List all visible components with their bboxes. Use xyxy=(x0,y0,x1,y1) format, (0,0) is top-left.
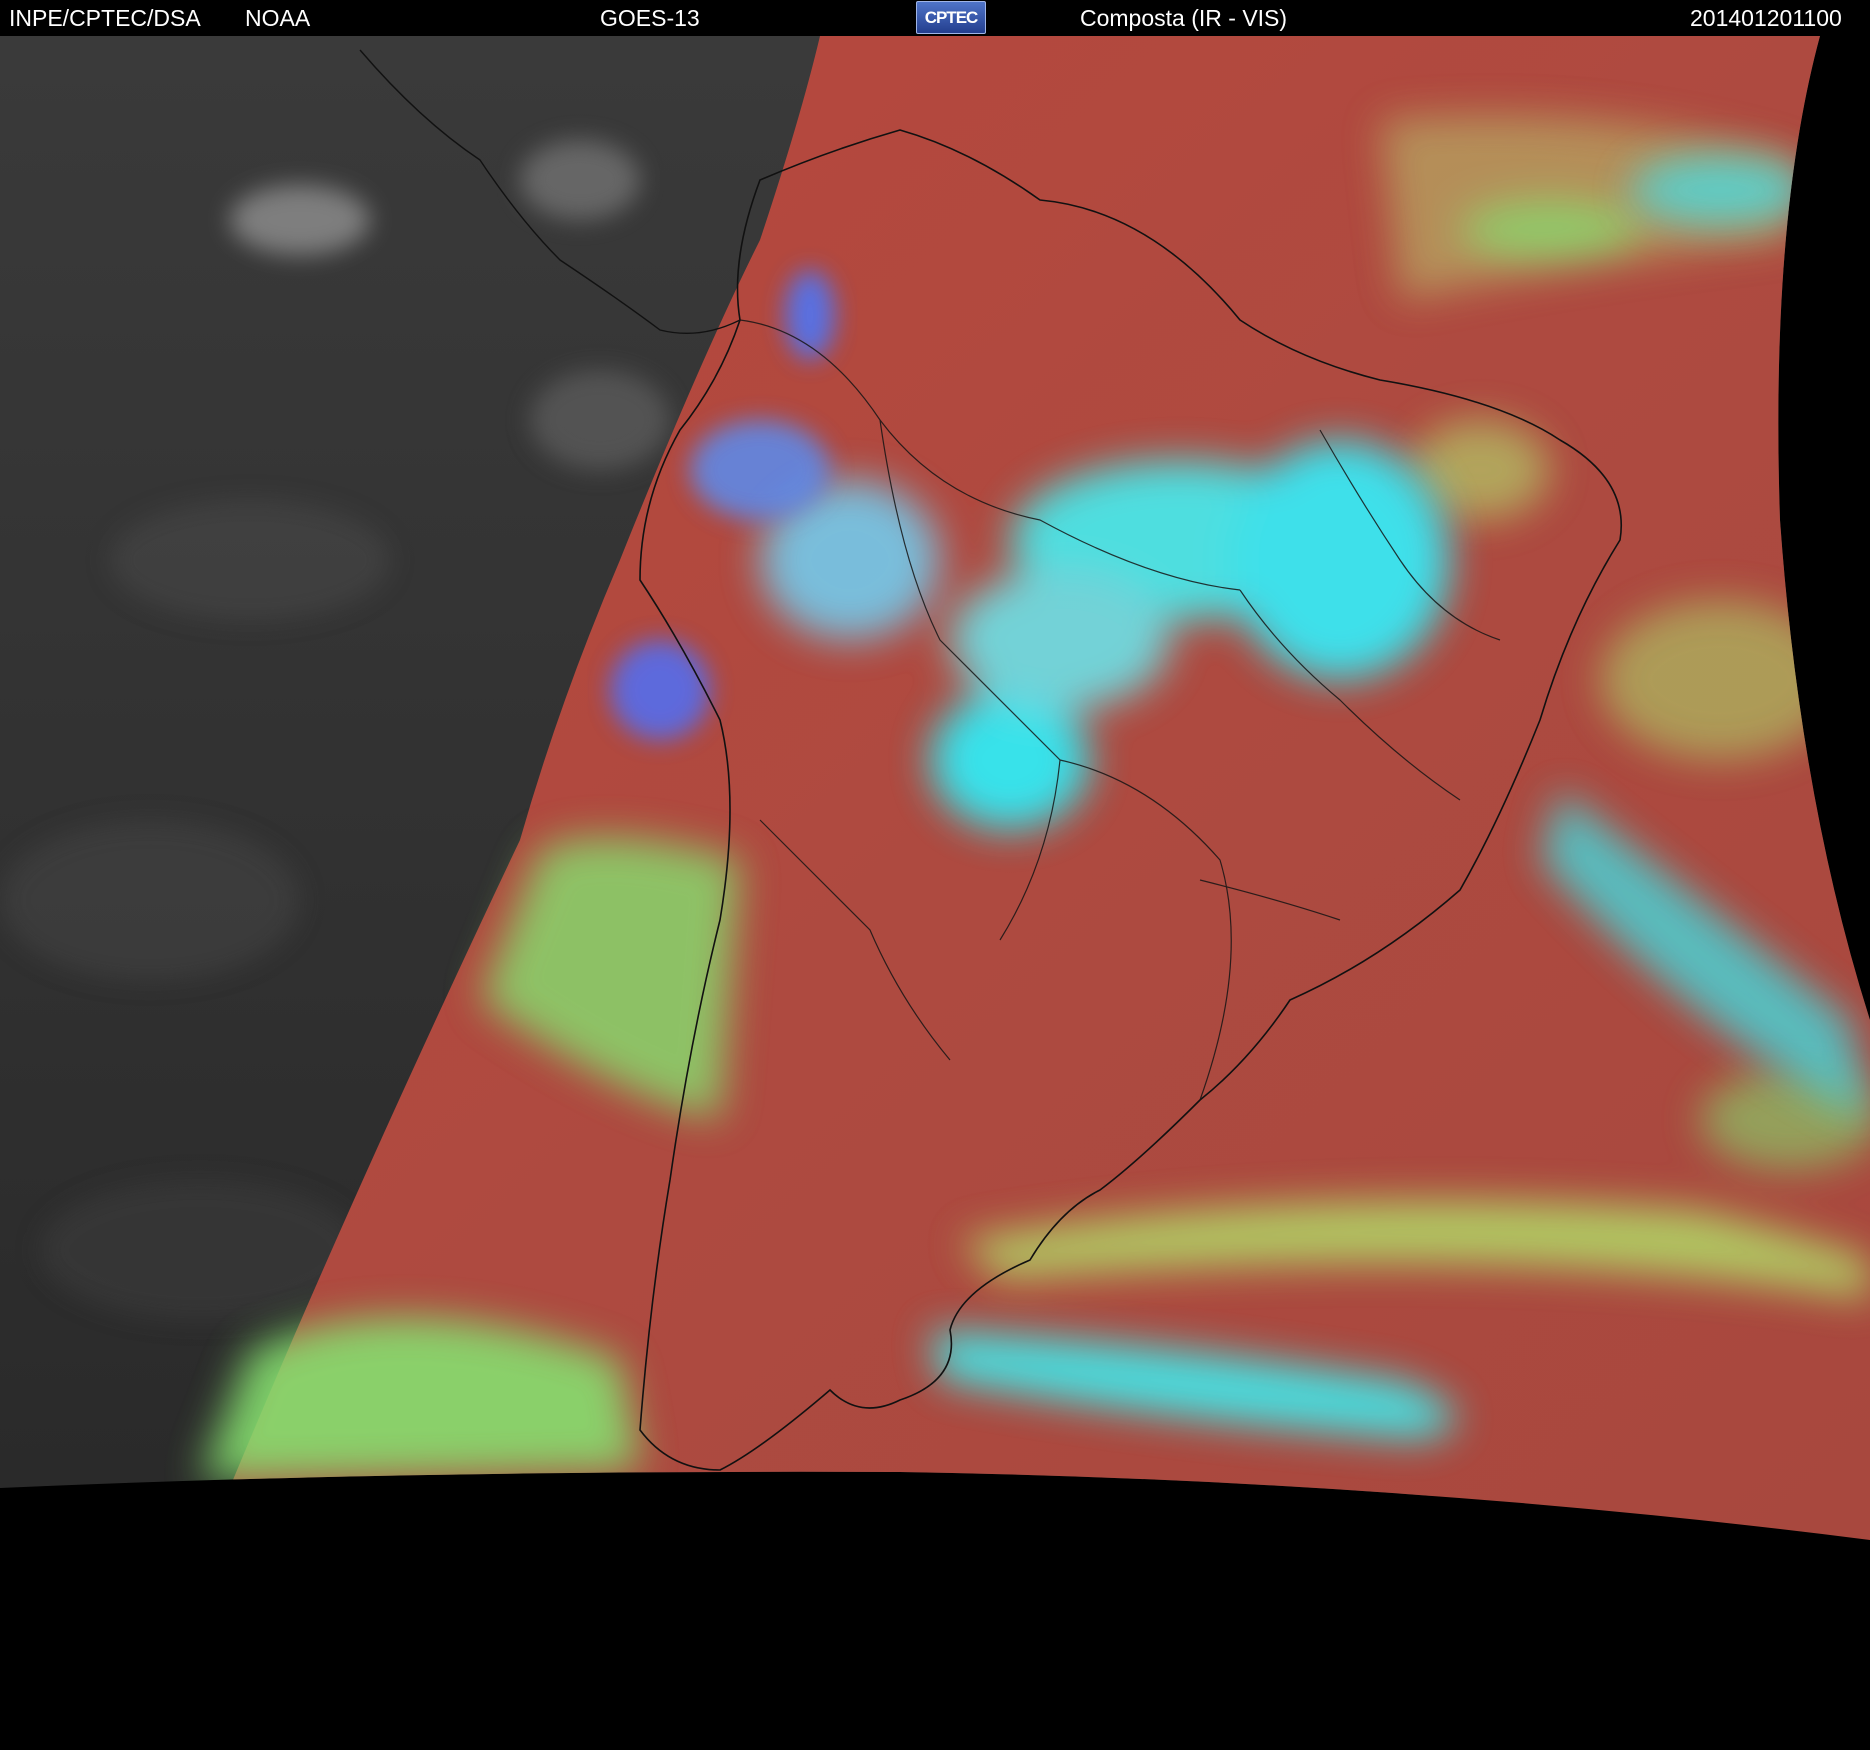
blue-cloud-patch xyxy=(610,640,710,740)
cyan-cloud-mass xyxy=(1630,155,1810,225)
gray-cloud-patch xyxy=(520,140,640,220)
gray-cloud-patch xyxy=(530,370,670,470)
satellite-image-page: INPE/CPTEC/DSA NOAA GOES-13 CPTEC Compos… xyxy=(0,0,1870,1750)
gray-cloud-patch xyxy=(110,500,390,620)
blue-cloud-patch xyxy=(690,420,830,520)
cptec-logo-text: CPTEC xyxy=(924,8,979,27)
cptec-logo: CPTEC xyxy=(916,1,986,34)
satellite-label: GOES-13 xyxy=(600,5,700,31)
timestamp-label: 201401201100 xyxy=(1690,5,1842,31)
green-cloud-patch xyxy=(1600,600,1840,760)
cyan-cloud-mass xyxy=(1230,440,1450,680)
agency-label: NOAA xyxy=(245,5,311,31)
product-label: Composta (IR - VIS) xyxy=(1080,5,1288,31)
cyan-cloud-mass xyxy=(950,570,1170,710)
satellite-composite-image xyxy=(0,36,1870,1540)
green-cloud-patch xyxy=(1460,200,1640,260)
cyan-cloud-mass xyxy=(930,690,1090,830)
image-header-bar: INPE/CPTEC/DSA NOAA GOES-13 CPTEC Compos… xyxy=(0,0,1870,36)
organization-label: INPE/CPTEC/DSA xyxy=(9,5,201,31)
gray-cloud-patch xyxy=(0,820,300,980)
gray-cloud-patch xyxy=(230,185,370,255)
